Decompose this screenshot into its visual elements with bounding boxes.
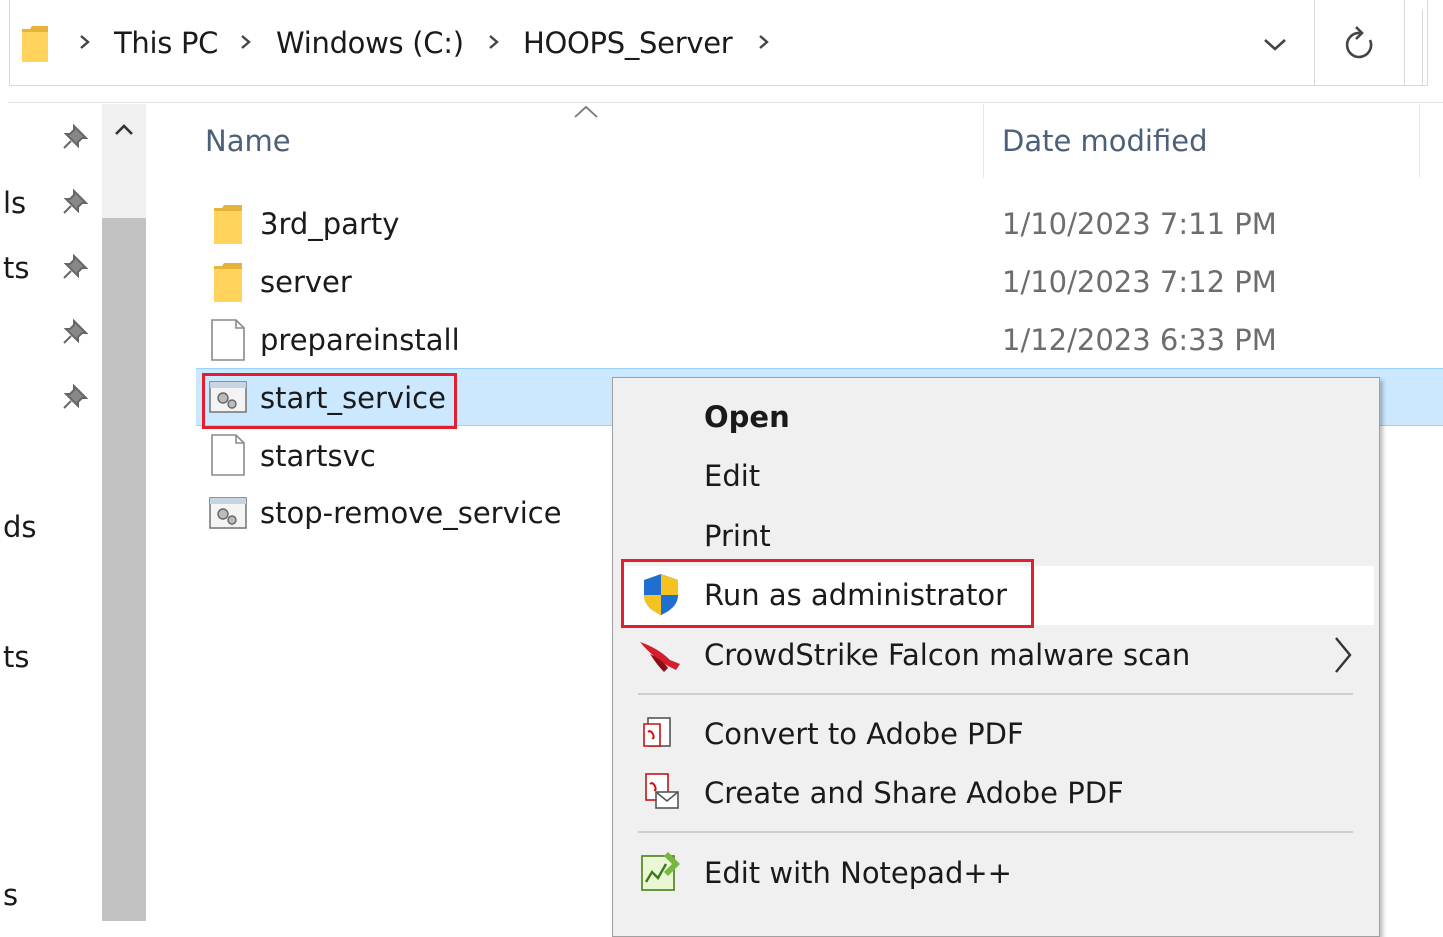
submenu-arrow-icon xyxy=(1335,637,1352,673)
file-icon xyxy=(211,434,245,476)
menu-separator xyxy=(638,693,1353,695)
file-name[interactable]: server xyxy=(260,265,352,299)
divider xyxy=(8,102,1443,103)
nav-item[interactable]: ls xyxy=(3,186,26,220)
sort-ascending-icon xyxy=(574,105,598,118)
highlight-box xyxy=(202,373,457,429)
column-divider[interactable] xyxy=(983,104,984,178)
menu-item-edit-with-notepadpp[interactable]: Edit with Notepad++ xyxy=(704,856,1012,890)
nav-item[interactable]: s xyxy=(3,878,18,912)
pin-icon[interactable] xyxy=(60,315,94,349)
pin-icon[interactable] xyxy=(60,185,94,219)
menu-item-open[interactable]: Open xyxy=(704,400,790,434)
menu-separator xyxy=(638,831,1353,833)
file-icon xyxy=(211,319,245,361)
column-header-name[interactable]: Name xyxy=(205,124,291,158)
menu-item-convert-to-adobe-pdf[interactable]: Convert to Adobe PDF xyxy=(704,717,1024,751)
chevron-right-icon[interactable] xyxy=(754,30,774,54)
pin-icon[interactable] xyxy=(60,250,94,284)
folder-icon xyxy=(214,263,242,302)
nav-item[interactable]: ts xyxy=(3,251,29,285)
file-date: 1/10/2023 7:11 PM xyxy=(1002,207,1277,241)
nav-item[interactable]: ds xyxy=(3,510,37,544)
chevron-right-icon[interactable] xyxy=(236,30,256,54)
menu-item-print[interactable]: Print xyxy=(704,519,771,553)
file-date: 1/12/2023 6:33 PM xyxy=(1002,323,1277,357)
scrollbar-thumb[interactable] xyxy=(102,218,146,921)
file-name[interactable]: prepareinstall xyxy=(260,323,460,357)
column-divider[interactable] xyxy=(1419,104,1420,178)
folder-icon xyxy=(214,205,242,244)
chevron-right-icon[interactable] xyxy=(484,30,504,54)
pin-icon[interactable] xyxy=(60,380,94,414)
breadcrumb-hoops-server[interactable]: HOOPS_Server xyxy=(523,26,733,60)
breadcrumb-windows-c[interactable]: Windows (C:) xyxy=(276,26,464,60)
divider xyxy=(1422,10,1423,86)
chevron-right-icon[interactable] xyxy=(75,30,95,54)
menu-item-edit[interactable]: Edit xyxy=(704,459,760,493)
divider xyxy=(1314,0,1315,86)
menu-item-crowdstrike-scan[interactable]: CrowdStrike Falcon malware scan xyxy=(704,638,1190,672)
file-date: 1/10/2023 7:12 PM xyxy=(1002,265,1277,299)
chevron-down-icon[interactable] xyxy=(1252,24,1298,64)
highlight-box xyxy=(621,559,1034,628)
file-name[interactable]: 3rd_party xyxy=(260,207,399,241)
scroll-up-arrow-icon[interactable] xyxy=(108,114,140,146)
menu-item-create-share-adobe-pdf[interactable]: Create and Share Adobe PDF xyxy=(704,776,1124,810)
breadcrumb-this-pc[interactable]: This PC xyxy=(114,26,218,60)
nav-item[interactable]: ts xyxy=(3,640,29,674)
folder-icon xyxy=(22,26,48,62)
notepad-plus-plus-icon xyxy=(641,852,680,891)
adobe-pdf-icon xyxy=(643,717,671,747)
pin-icon[interactable] xyxy=(60,120,94,154)
crowdstrike-falcon-icon xyxy=(640,642,680,672)
column-header-date-modified[interactable]: Date modified xyxy=(1002,124,1208,158)
batch-file-icon xyxy=(209,497,247,529)
file-name[interactable]: startsvc xyxy=(260,439,376,473)
divider xyxy=(1404,0,1405,86)
refresh-icon[interactable] xyxy=(1337,20,1383,70)
adobe-pdf-share-icon xyxy=(645,773,679,809)
file-name[interactable]: stop-remove_service xyxy=(260,496,562,530)
